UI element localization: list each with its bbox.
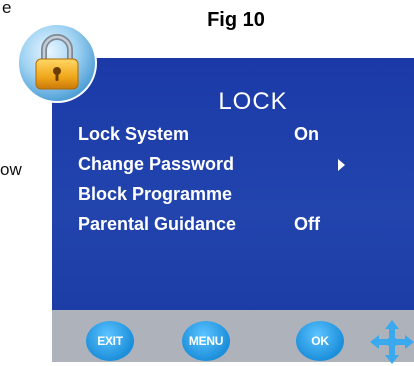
- figure-label: Fig 10: [207, 9, 265, 31]
- menu-item-value: On: [294, 124, 319, 144]
- button-bar: EXIT MENU OK: [52, 310, 414, 364]
- menu-item-label: Change Password: [78, 154, 235, 174]
- menu-panel: LOCK Lock System On Change Password Bloc…: [52, 58, 414, 310]
- menu-item-value: Off: [294, 214, 320, 234]
- exit-button[interactable]: EXIT: [86, 321, 134, 361]
- menu-item-label: Block Programme: [78, 184, 233, 204]
- menu-title: LOCK: [218, 88, 288, 115]
- padlock-icon: [17, 23, 97, 103]
- menu-item-lock-system[interactable]: Lock System On: [78, 124, 398, 150]
- menu-item-label: Parental Guidance: [78, 214, 237, 234]
- page-text-fragment: e: [2, 0, 12, 17]
- page-text-fragment: ow: [0, 160, 22, 179]
- ok-button[interactable]: OK: [296, 321, 344, 361]
- lock-menu-screen: LOCK Lock System On Change Password Bloc…: [40, 58, 414, 366]
- navigation-arrows-icon[interactable]: [368, 320, 414, 364]
- menu-item-change-password[interactable]: Change Password: [78, 154, 398, 180]
- chevron-right-icon: [338, 159, 345, 171]
- menu-button[interactable]: MENU: [182, 321, 230, 361]
- menu-item-parental-guidance[interactable]: Parental Guidance Off: [78, 214, 398, 240]
- menu-item-label: Lock System: [78, 124, 190, 144]
- menu-item-block-programme[interactable]: Block Programme: [78, 184, 398, 210]
